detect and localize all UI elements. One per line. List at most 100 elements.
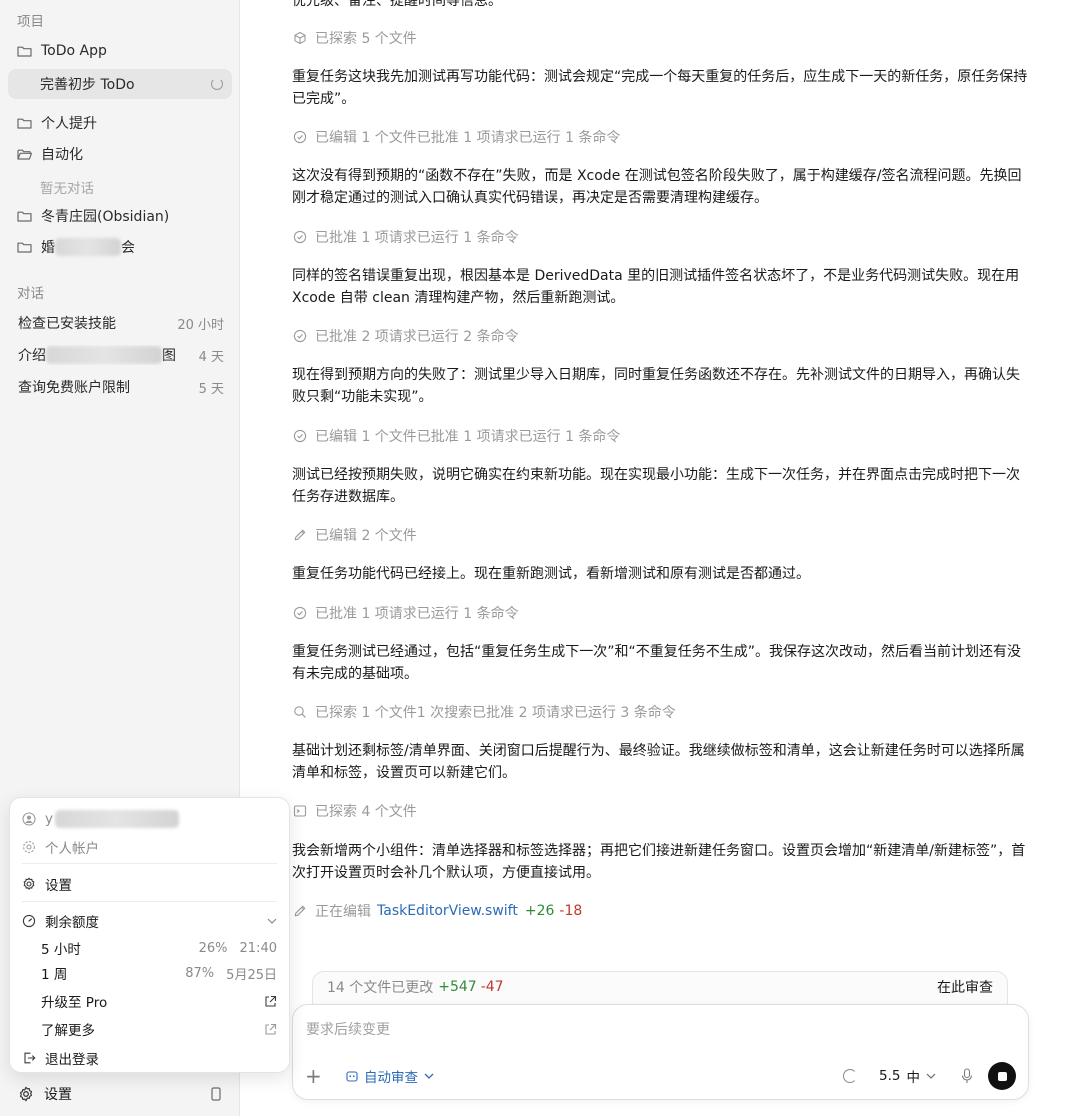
loading-spinner-icon: [843, 1069, 858, 1083]
chevron-down-icon: [926, 1073, 936, 1079]
pencil-icon: [294, 529, 306, 541]
project-label: ToDo App: [41, 43, 107, 59]
stop-button[interactable]: [988, 1062, 1016, 1090]
conversations-section-title: 对话: [17, 286, 44, 302]
upgrade-label: 升级至 Pro: [41, 995, 108, 1011]
model-effort: 中: [906, 1070, 921, 1086]
check-circle-icon: [293, 606, 307, 620]
upgrade-pro-link[interactable]: 升级至 Pro: [41, 991, 277, 1011]
gauge-icon: [22, 914, 36, 928]
conversation-label: 介绍 图: [18, 345, 176, 365]
add-attachment-button[interactable]: +: [305, 1064, 325, 1088]
chevron-down-icon: [424, 1073, 434, 1079]
account-popover: y 个人帐户 设置 剩余额度 5 小时 26% 21:40 1 周 87% 5月…: [9, 797, 290, 1073]
terminal-icon: [293, 805, 307, 817]
divider: [22, 863, 277, 864]
activity-step-text: 已批准 1 项请求已运行 1 条命令: [315, 230, 519, 246]
gear-outline-icon: [23, 841, 35, 853]
folder-icon: [17, 118, 32, 129]
review-here-button[interactable]: 在此审查: [937, 977, 993, 997]
microphone-icon[interactable]: [960, 1068, 974, 1084]
project-automation[interactable]: 自动化: [8, 139, 232, 169]
changes-removed: -47: [480, 978, 504, 995]
activity-step[interactable]: 已编辑 2 个文件: [293, 525, 417, 545]
changes-summary-bar: 14 个文件已更改 +547 -47 在此审查: [312, 971, 1008, 1007]
activity-step[interactable]: 已探索 1 个文件1 次搜索已批准 2 项请求已运行 3 条命令: [293, 702, 676, 722]
conversation-label-end: 图: [162, 348, 176, 364]
conversation-item[interactable]: 检查已安装技能 20 小时: [8, 310, 232, 336]
assistant-message: 重复任务功能代码已经接上。现在重新跑测试，看新增测试和原有测试是否都通过。: [292, 566, 810, 582]
activity-step[interactable]: 已批准 2 项请求已运行 2 条命令: [293, 326, 519, 346]
changes-added: +547: [438, 978, 477, 995]
project-todo-app[interactable]: ToDo App: [8, 36, 232, 66]
conversation-item-active[interactable]: 完善初步 ToDo: [8, 69, 232, 99]
check-circle-icon: [293, 230, 307, 244]
activity-step-text: 已批准 1 项请求已运行 1 条命令: [315, 606, 519, 622]
lines-added: +26: [524, 903, 555, 919]
conversation-time: 4 天: [198, 349, 224, 365]
assistant-message: 基础计划还剩标签/清单界面、关闭窗口后提醒行为、最终验证。我继续做标签和清单，这…: [292, 743, 1025, 781]
conversation-item[interactable]: 介绍 图 4 天: [8, 342, 232, 368]
user-circle-icon: [22, 812, 36, 826]
activity-step[interactable]: 已编辑 1 个文件已批准 1 项请求已运行 1 条命令: [293, 426, 620, 446]
activity-step[interactable]: 已批准 1 项请求已运行 1 条命令: [293, 227, 519, 247]
cube-icon: [294, 31, 306, 45]
assistant-message: 这次没有得到预期的“函数不存在”失败，而是 Xcode 在测试包签名阶段失败了，…: [292, 168, 1022, 206]
learn-more-link[interactable]: 了解更多: [41, 1019, 277, 1039]
logout-button[interactable]: 退出登录: [22, 1048, 277, 1068]
quota-label: 1 周: [41, 967, 68, 983]
redacted-text: [46, 346, 162, 364]
redacted-text: [55, 238, 121, 256]
activity-step[interactable]: 已探索 4 个文件: [293, 801, 417, 821]
logout-label: 退出登录: [45, 1052, 99, 1068]
projects-section-title: 项目: [17, 14, 44, 30]
editing-prefix: 正在编辑: [315, 904, 371, 920]
activity-step-text: 已探索 5 个文件: [315, 31, 417, 47]
conversation-time: 5 天: [198, 381, 224, 397]
check-circle-icon: [293, 130, 307, 144]
activity-step[interactable]: 已探索 5 个文件: [293, 28, 417, 48]
settings-button[interactable]: 设置: [44, 1084, 72, 1104]
conversation-label: 检查已安装技能: [18, 316, 116, 332]
stop-icon: [997, 1071, 1007, 1081]
composer: 要求后续变更 + 自动审查 5.5 中: [292, 1004, 1029, 1100]
conversation-item[interactable]: 查询免费账户限制 5 天: [8, 374, 232, 400]
quota-reset: 5月25日: [226, 967, 277, 983]
project-personal-growth[interactable]: 个人提升: [8, 108, 232, 138]
activity-step[interactable]: 已批准 1 项请求已运行 1 条命令: [293, 603, 519, 623]
activity-step-text: 已批准 2 项请求已运行 2 条命令: [315, 329, 519, 345]
editing-file-link[interactable]: TaskEditorView.swift: [377, 903, 518, 919]
project-label: 自动化: [41, 147, 83, 163]
project-label-end: 会: [121, 240, 135, 256]
quota-section-toggle[interactable]: 剩余额度: [22, 911, 277, 931]
editing-status: 正在编辑 TaskEditorView.swift +26 -18: [293, 901, 582, 921]
loading-spinner-icon: [211, 78, 223, 90]
assistant-message: 同样的签名错误重复出现，根因基本是 DerivedData 里的旧测试插件签名状…: [292, 268, 1020, 306]
changes-summary: 14 个文件已更改: [327, 979, 434, 996]
quota-reset: 21:40: [239, 940, 277, 956]
conversation-time: 20 小时: [177, 317, 224, 333]
folder-open-icon: [17, 149, 32, 160]
account-initial: y: [45, 811, 53, 827]
activity-step-text: 已编辑 1 个文件已批准 1 项请求已运行 1 条命令: [315, 130, 621, 146]
auto-review-dropdown[interactable]: 自动审查: [345, 1066, 434, 1086]
conversation-label: 查询免费账户限制: [18, 380, 130, 396]
external-link-icon: [265, 1023, 277, 1035]
composer-input[interactable]: 要求后续变更: [306, 1019, 390, 1039]
activity-step[interactable]: 已编辑 1 个文件已批准 1 项请求已运行 1 条命令: [293, 127, 620, 147]
phone-icon[interactable]: [211, 1087, 221, 1101]
robot-icon: [346, 1071, 358, 1082]
composer-toolbar: + 自动审查 5.5 中: [305, 1062, 1016, 1090]
chevron-down-icon: [267, 918, 277, 924]
quota-row-1w: 1 周 87% 5月25日: [41, 963, 277, 984]
activity-step-text: 已编辑 1 个文件已批准 1 项请求已运行 1 条命令: [315, 429, 621, 445]
project-obscured[interactable]: 婚 会: [8, 232, 232, 262]
project-obsidian[interactable]: 冬青庄园(Obsidian): [8, 201, 232, 231]
settings-menu-item[interactable]: 设置: [22, 874, 277, 894]
model-selector[interactable]: 5.5 中: [879, 1066, 936, 1086]
quota-percent: 87%: [185, 965, 215, 981]
check-circle-icon: [293, 429, 307, 443]
logout-icon: [24, 1052, 36, 1064]
empty-conversations-note: 暂无对话: [40, 181, 94, 197]
conversation-panel: 优先级、备注、提醒时间等信息。 已探索 5 个文件 重复任务这块我先加测试再写功…: [241, 0, 1080, 1116]
